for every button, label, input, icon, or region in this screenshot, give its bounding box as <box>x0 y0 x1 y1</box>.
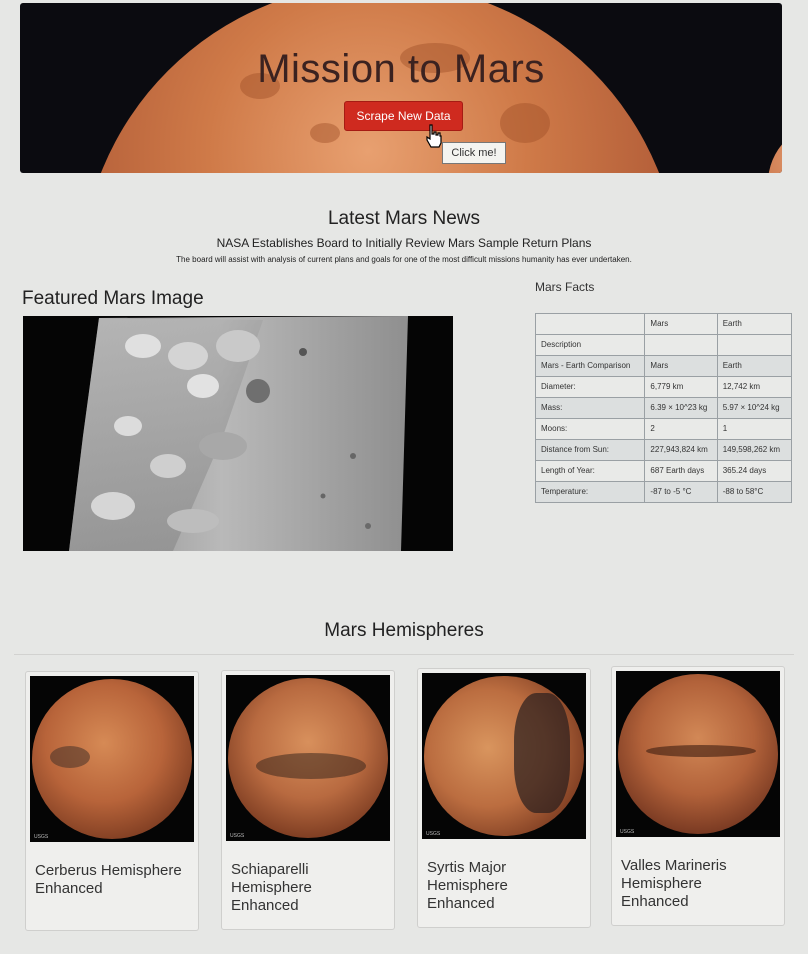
hemisphere-image[interactable]: USGS <box>226 675 390 841</box>
news-title: NASA Establishes Board to Initially Revi… <box>216 236 592 250</box>
table-cell: Distance from Sun: <box>534 439 646 461</box>
table-cell <box>644 334 718 356</box>
hemisphere-card-cerberus[interactable]: USGS Cerberus Hemisphere Enhanced <box>25 671 199 931</box>
table-row: Moons: 2 1 <box>534 418 793 440</box>
hemisphere-card-syrtis-major[interactable]: USGS Syrtis Major Hemisphere Enhanced <box>417 668 591 928</box>
divider <box>14 654 794 655</box>
usgs-logo: USGS <box>230 833 245 839</box>
table-row: Distance from Sun: 227,943,824 km 149,59… <box>534 439 793 461</box>
hemisphere-card-schiaparelli[interactable]: USGS Schiaparelli Hemisphere Enhanced <box>221 670 395 930</box>
usgs-logo: USGS <box>620 829 635 835</box>
table-cell: 1 <box>716 418 793 440</box>
table-cell: Mars <box>644 355 718 377</box>
facts-heading: Mars Facts <box>535 280 595 294</box>
usgs-logo: USGS <box>34 834 49 840</box>
table-cell: 12,742 km <box>716 376 793 398</box>
table-cell: Length of Year: <box>534 460 646 482</box>
table-row: Mass: 6.39 × 10^23 kg 5.97 × 10^24 kg <box>534 397 793 419</box>
table-cell: Description <box>534 334 646 356</box>
table-cell: -88 to 58°C <box>716 481 793 503</box>
hemisphere-title: Schiaparelli Hemisphere Enhanced <box>231 861 312 914</box>
table-cell: 6.39 × 10^23 kg <box>644 397 718 419</box>
page-title: Mission to Mars <box>257 47 545 91</box>
table-cell: -87 to -5 °C <box>644 481 718 503</box>
jumbotron: Mission to Mars Scrape New Data Click me… <box>20 3 782 173</box>
table-cell: Mars - Earth Comparison <box>534 355 646 377</box>
news-paragraph: The board will assist with analysis of c… <box>176 255 632 264</box>
table-cell <box>716 334 793 356</box>
featured-mars-image <box>23 316 453 551</box>
table-cell: 227,943,824 km <box>644 439 718 461</box>
table-cell: 6,779 km <box>644 376 718 398</box>
table-cell: 2 <box>644 418 718 440</box>
table-cell: 149,598,262 km <box>716 439 793 461</box>
table-header-cell: Mars <box>644 313 718 335</box>
hemisphere-image[interactable]: USGS <box>422 673 586 839</box>
table-header-row: Mars Earth <box>534 313 793 335</box>
hemispheres-heading: Mars Hemispheres <box>324 620 484 641</box>
table-row: Length of Year: 687 Earth days 365.24 da… <box>534 460 793 482</box>
table-cell: 365.24 days <box>716 460 793 482</box>
table-header-cell <box>534 313 646 335</box>
scrape-new-data-button[interactable]: Scrape New Data <box>344 101 463 131</box>
hemisphere-title: Valles Marineris Hemisphere Enhanced <box>621 857 727 910</box>
table-cell: Temperature: <box>534 481 646 503</box>
table-row: Mars - Earth Comparison Mars Earth <box>534 355 793 377</box>
table-cell: Moons: <box>534 418 646 440</box>
hemisphere-card-valles-marineris[interactable]: USGS Valles Marineris Hemisphere Enhance… <box>611 666 785 926</box>
tooltip: Click me! <box>442 142 506 164</box>
table-row: Temperature: -87 to -5 °C -88 to 58°C <box>534 481 793 503</box>
table-cell: 5.97 × 10^24 kg <box>716 397 793 419</box>
table-header-cell: Earth <box>716 313 793 335</box>
hemisphere-image[interactable]: USGS <box>616 671 780 837</box>
table-cell: 687 Earth days <box>644 460 718 482</box>
news-heading: Latest Mars News <box>327 208 481 229</box>
hemisphere-title: Syrtis Major Hemisphere Enhanced <box>427 859 508 912</box>
mars-facts-table: Mars Earth Description Mars - Earth Comp… <box>534 313 793 503</box>
hemisphere-image[interactable]: USGS <box>30 676 194 842</box>
featured-image-heading: Featured Mars Image <box>22 288 204 309</box>
table-cell: Diameter: <box>534 376 646 398</box>
table-cell: Earth <box>716 355 793 377</box>
hemisphere-title: Cerberus Hemisphere Enhanced <box>35 862 182 897</box>
table-cell: Mass: <box>534 397 646 419</box>
table-row: Description <box>534 334 793 356</box>
hand-pointer-icon <box>426 124 442 148</box>
mars-backdrop-edge <box>768 123 782 173</box>
table-row: Diameter: 6,779 km 12,742 km <box>534 376 793 398</box>
usgs-logo: USGS <box>426 831 441 837</box>
